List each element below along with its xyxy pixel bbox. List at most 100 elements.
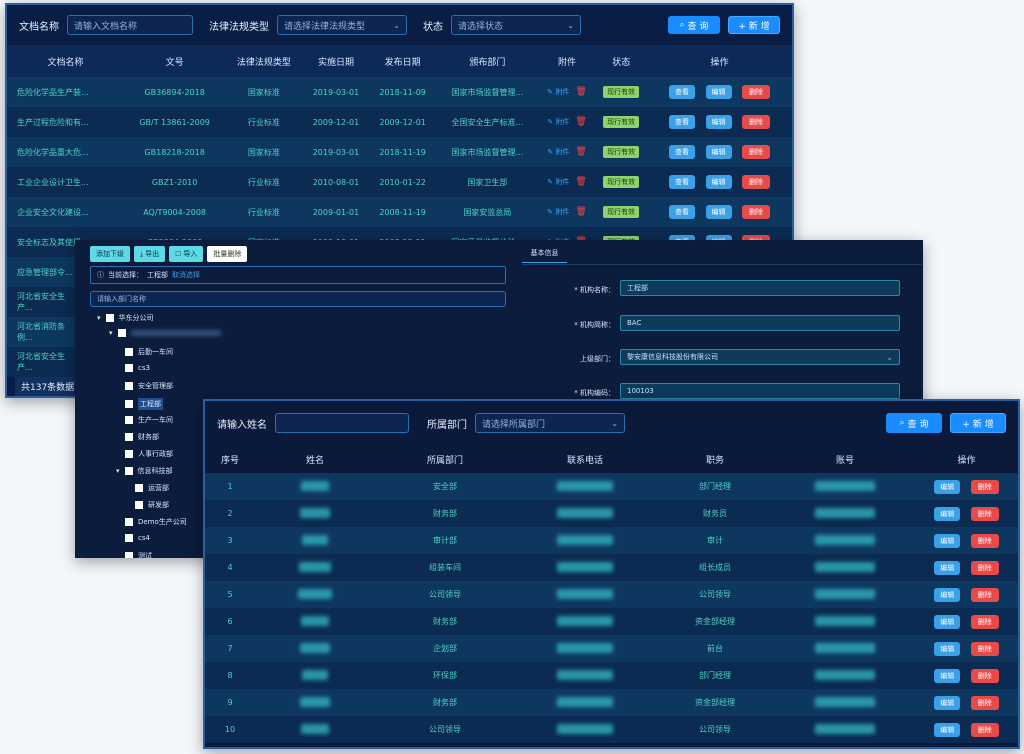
tree-node[interactable]: 研发部 — [135, 500, 169, 510]
dept-select[interactable]: 请选择所属部门 ⌄ — [475, 413, 625, 433]
trash-icon[interactable]: 🗑 — [575, 87, 586, 97]
tree-node[interactable]: 生产一车间 — [125, 415, 173, 425]
status-select[interactable]: 请选择状态 ⌄ — [451, 15, 581, 35]
view-button[interactable]: 查看 — [668, 205, 695, 219]
col-law-type: 法律法规类型 — [236, 57, 291, 68]
delete-button[interactable]: 删除 — [970, 695, 999, 710]
checkbox[interactable] — [125, 364, 133, 372]
tree-node[interactable]: cs4 — [125, 534, 150, 542]
tree-node[interactable]: 测试 — [125, 551, 152, 558]
checkbox[interactable] — [125, 450, 133, 458]
tree-node-company[interactable]: ▾ — [109, 329, 221, 337]
export-button[interactable]: ⤓ 导出 — [134, 246, 166, 262]
parent-dept-select[interactable]: 黎安康信息科技股份有限公司 ⌄ — [620, 349, 900, 365]
import-button[interactable]: ☐ 导入 — [169, 246, 204, 262]
edit-button[interactable]: 编辑 — [934, 587, 961, 602]
tree-node[interactable]: 财务部 — [125, 432, 159, 442]
delete-button[interactable]: 删除 — [742, 205, 771, 219]
view-button[interactable]: 查看 — [668, 115, 695, 129]
view-button[interactable]: 查看 — [668, 145, 695, 159]
tab-basic-info[interactable]: 基本信息 — [522, 248, 567, 263]
delete-button[interactable]: 删除 — [970, 587, 999, 602]
checkbox[interactable] — [117, 329, 126, 337]
batch-delete-button[interactable]: 批量删除 — [207, 246, 248, 262]
doc-name-input[interactable]: 请输入文档名称 — [67, 15, 193, 35]
delete-button[interactable]: 删除 — [742, 115, 771, 129]
attachment-link[interactable]: ✎ 附件 — [547, 178, 569, 186]
name-cell — [255, 716, 375, 743]
checkbox[interactable] — [135, 501, 143, 509]
checkbox[interactable] — [125, 416, 133, 424]
checkbox[interactable] — [125, 348, 133, 356]
org-name-field[interactable]: 工程部 — [620, 280, 900, 296]
org-short-field[interactable]: BAC — [620, 315, 900, 331]
tree-node[interactable]: 人事行政部 — [125, 449, 173, 459]
add-button[interactable]: + 新 增 — [950, 413, 1006, 433]
tree-node[interactable]: 工程部 — [125, 398, 163, 410]
add-child-button[interactable]: 添加下级 — [90, 246, 130, 262]
tree-node[interactable]: 后勤一车间 — [125, 347, 173, 357]
tree-node[interactable]: cs3 — [125, 364, 150, 372]
edit-button[interactable]: 编辑 — [705, 145, 732, 159]
phone-cell — [515, 527, 655, 554]
trash-icon[interactable]: 🗑 — [575, 207, 586, 217]
delete-button[interactable]: 删除 — [742, 85, 771, 99]
view-button[interactable]: 查看 — [668, 175, 695, 189]
name-cell — [255, 581, 375, 608]
edit-button[interactable]: 编辑 — [934, 560, 961, 575]
edit-button[interactable]: 编辑 — [934, 614, 961, 629]
doc-name-cell: 危险化学品重大危... — [17, 147, 89, 157]
clear-selection-link[interactable]: 取消选择 — [172, 270, 200, 280]
query-button[interactable]: ⌕ 查 询 — [886, 413, 942, 433]
delete-button[interactable]: 删除 — [742, 175, 771, 189]
delete-button[interactable]: 删除 — [970, 641, 999, 656]
edit-button[interactable]: 编辑 — [934, 641, 961, 656]
trash-icon[interactable]: 🗑 — [575, 117, 586, 127]
checkbox[interactable] — [135, 484, 143, 492]
delete-button[interactable]: 删除 — [742, 145, 771, 159]
tree-node-root[interactable]: ▾ 华东分公司 — [97, 313, 154, 323]
checkbox[interactable] — [125, 382, 133, 390]
tree-node[interactable]: 运营部 — [135, 483, 169, 493]
trash-icon[interactable]: 🗑 — [575, 177, 586, 187]
attachment-link[interactable]: ✎ 附件 — [547, 88, 569, 96]
add-button[interactable]: + 新 增 — [728, 16, 780, 34]
delete-button[interactable]: 删除 — [970, 614, 999, 629]
edit-button[interactable]: 编辑 — [934, 479, 961, 494]
delete-button[interactable]: 删除 — [970, 560, 999, 575]
query-button[interactable]: ⌕ 查 询 — [668, 16, 720, 34]
delete-button[interactable]: 删除 — [970, 722, 999, 737]
tree-node[interactable]: 安全管理部 — [125, 381, 173, 391]
trash-icon[interactable]: 🗑 — [575, 147, 586, 157]
attachment-link[interactable]: ✎ 附件 — [547, 118, 569, 126]
org-code-field[interactable]: 100103 — [620, 383, 900, 399]
checkbox[interactable] — [125, 433, 133, 441]
tree-node[interactable]: ▾ 信息科技部 — [116, 466, 173, 476]
attachment-link[interactable]: ✎ 附件 — [547, 148, 569, 156]
checkbox[interactable] — [125, 518, 133, 526]
edit-button[interactable]: 编辑 — [934, 668, 961, 683]
edit-button[interactable]: 编辑 — [934, 695, 961, 710]
edit-button[interactable]: 编辑 — [705, 205, 732, 219]
checkbox[interactable] — [124, 467, 133, 475]
delete-button[interactable]: 删除 — [970, 506, 999, 521]
attachment-link[interactable]: ✎ 附件 — [547, 208, 569, 216]
checkbox[interactable] — [125, 534, 133, 542]
edit-button[interactable]: 编辑 — [705, 175, 732, 189]
edit-button[interactable]: 编辑 — [705, 115, 732, 129]
person-name-input[interactable] — [275, 413, 409, 433]
delete-button[interactable]: 删除 — [970, 479, 999, 494]
dept-search-input[interactable]: 请输入部门名称 — [90, 291, 506, 307]
delete-button[interactable]: 删除 — [970, 533, 999, 548]
checkbox[interactable] — [105, 314, 114, 322]
delete-button[interactable]: 删除 — [970, 668, 999, 683]
edit-button[interactable]: 编辑 — [934, 533, 961, 548]
edit-button[interactable]: 编辑 — [705, 85, 732, 99]
checkbox[interactable] — [125, 552, 133, 558]
view-button[interactable]: 查看 — [668, 85, 695, 99]
law-type-select[interactable]: 请选择法律法规类型 ⌄ — [277, 15, 407, 35]
edit-button[interactable]: 编辑 — [934, 506, 961, 521]
tree-node[interactable]: Demo生产公司 — [125, 517, 187, 527]
checkbox[interactable] — [125, 400, 133, 408]
edit-button[interactable]: 编辑 — [934, 722, 961, 737]
